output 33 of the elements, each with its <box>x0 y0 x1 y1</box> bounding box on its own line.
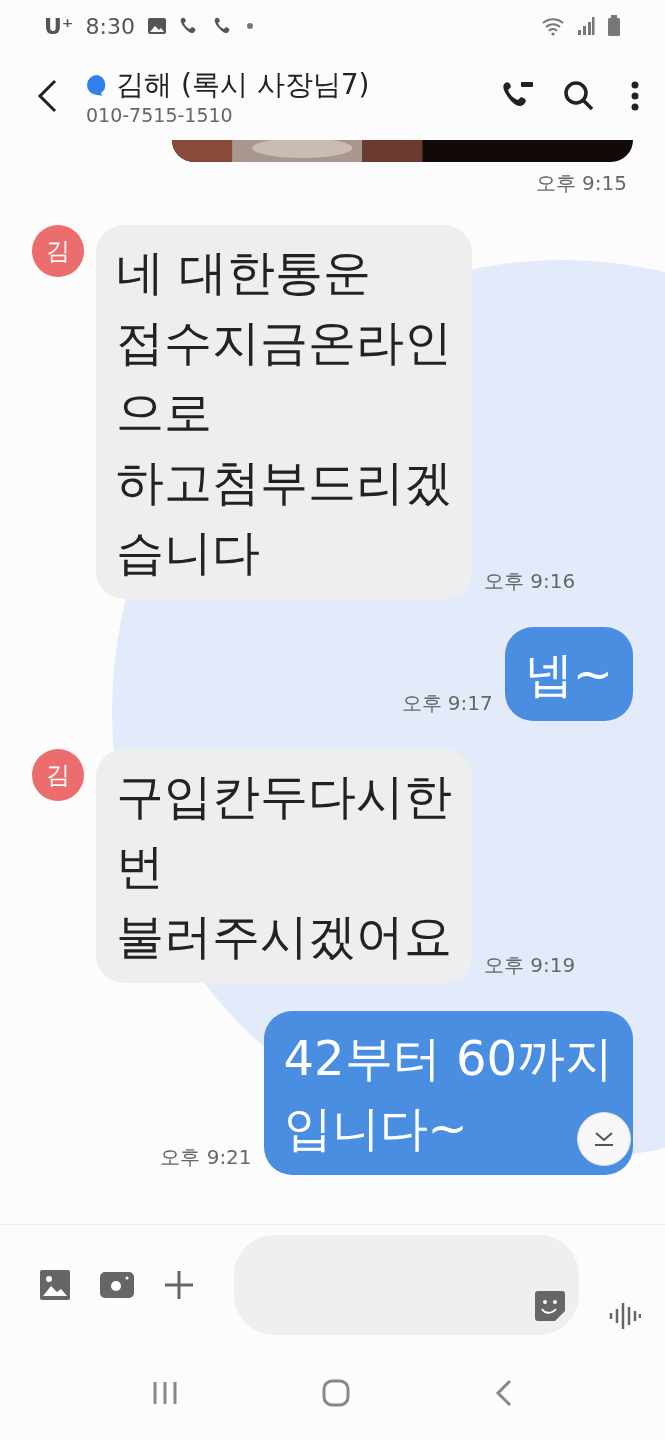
sent-message[interactable]: 42부터 60까지 입니다~ <box>263 1011 633 1175</box>
recent-apps-icon[interactable] <box>152 1379 179 1406</box>
camera-icon[interactable] <box>100 1272 134 1298</box>
received-message[interactable]: 네 대한통운 접수지금온라인 으로 하고첨부드리겠 습니다 <box>96 225 472 599</box>
sent-message[interactable]: 넵~ <box>504 627 633 721</box>
home-icon[interactable] <box>322 1378 351 1407</box>
contact-avatar[interactable]: 김 <box>32 749 84 801</box>
phone-number: 010-7515-1510 <box>86 104 234 126</box>
gallery-icon[interactable] <box>40 1270 70 1300</box>
message-time: 오후 9:19 <box>483 952 577 979</box>
battery-icon <box>607 15 621 37</box>
more-icon[interactable] <box>631 81 639 111</box>
carrier-label: U⁺ <box>44 13 74 39</box>
voice-icon[interactable] <box>609 1301 641 1331</box>
chat-bubble-icon <box>86 74 108 96</box>
contact-name: 김해 (록시 사장님7) <box>116 67 370 103</box>
search-icon[interactable] <box>563 80 595 112</box>
message-input[interactable] <box>234 1235 579 1335</box>
message-time: 오후 9:21 <box>159 1144 253 1171</box>
image-icon <box>146 17 167 35</box>
status-time: 8:30 <box>85 13 135 39</box>
sticker-icon[interactable] <box>535 1291 565 1321</box>
wifi-icon <box>541 16 565 36</box>
message-time: 오후 9:15 <box>535 170 627 197</box>
back-icon[interactable] <box>36 79 58 113</box>
dot-icon <box>246 23 253 29</box>
received-message[interactable]: 구입칸두다시한 번 불러주시겠어요 <box>96 749 472 983</box>
contact-avatar[interactable]: 김 <box>32 225 84 277</box>
message-time: 오후 9:16 <box>483 568 577 595</box>
plus-icon[interactable] <box>164 1270 194 1300</box>
signal-icon <box>577 16 595 36</box>
message-time: 오후 9:17 <box>400 690 494 717</box>
scroll-down-icon <box>593 1131 615 1147</box>
